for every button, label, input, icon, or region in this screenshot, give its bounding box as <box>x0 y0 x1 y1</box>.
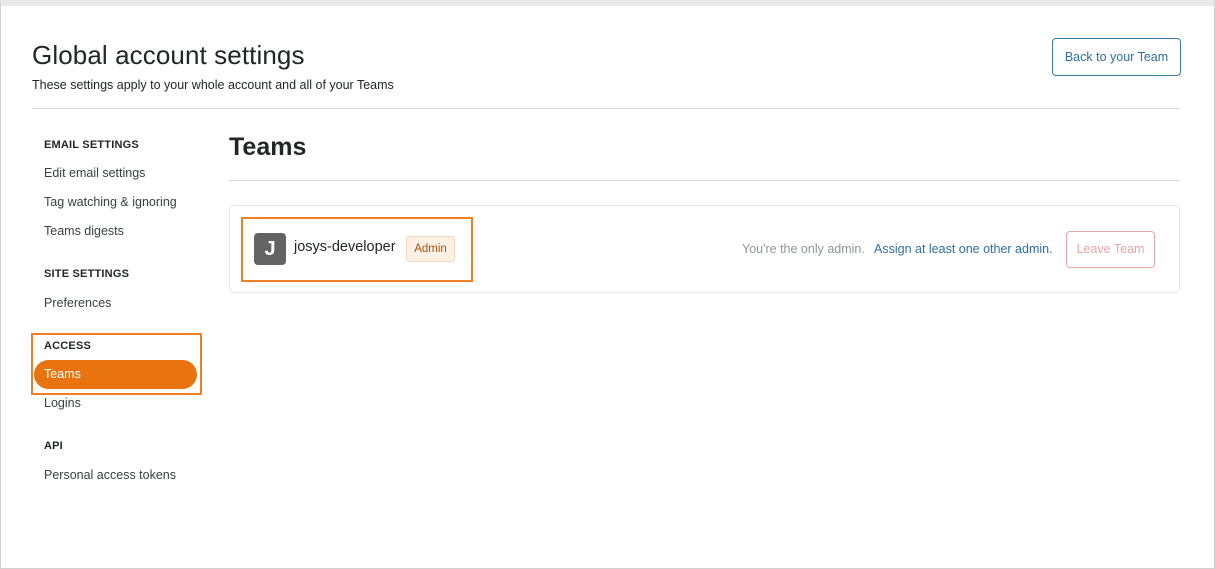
only-admin-note: You're the only admin. <box>742 242 865 256</box>
assign-admin-link[interactable]: Assign at least one other admin. <box>874 242 1053 256</box>
nav-heading-email-settings: EMAIL SETTINGS <box>44 139 139 151</box>
nav-item-edit-email-settings[interactable]: Edit email settings <box>44 166 145 180</box>
team-name[interactable]: josys-developer <box>294 239 396 255</box>
team-avatar: J <box>254 233 286 265</box>
section-title: Teams <box>229 133 307 161</box>
admin-badge: Admin <box>406 236 455 262</box>
header-divider <box>32 108 1180 109</box>
nav-heading-api: API <box>44 440 63 452</box>
nav-heading-site-settings: SITE SETTINGS <box>44 268 130 280</box>
page-title: Global account settings <box>32 40 305 70</box>
leave-team-button[interactable]: Leave Team <box>1066 231 1155 268</box>
nav-item-personal-access-tokens[interactable]: Personal access tokens <box>44 468 176 482</box>
nav-item-teams[interactable]: Teams <box>34 360 197 389</box>
nav-item-tag-watching[interactable]: Tag watching & ignoring <box>44 195 177 209</box>
nav-item-preferences[interactable]: Preferences <box>44 296 111 310</box>
nav-item-teams-digests[interactable]: Teams digests <box>44 224 124 238</box>
page-subtitle: These settings apply to your whole accou… <box>32 78 394 92</box>
nav-heading-access: ACCESS <box>44 340 92 352</box>
nav-item-logins[interactable]: Logins <box>44 396 81 410</box>
back-to-team-button[interactable]: Back to your Team <box>1052 38 1181 76</box>
section-divider <box>229 180 1180 181</box>
